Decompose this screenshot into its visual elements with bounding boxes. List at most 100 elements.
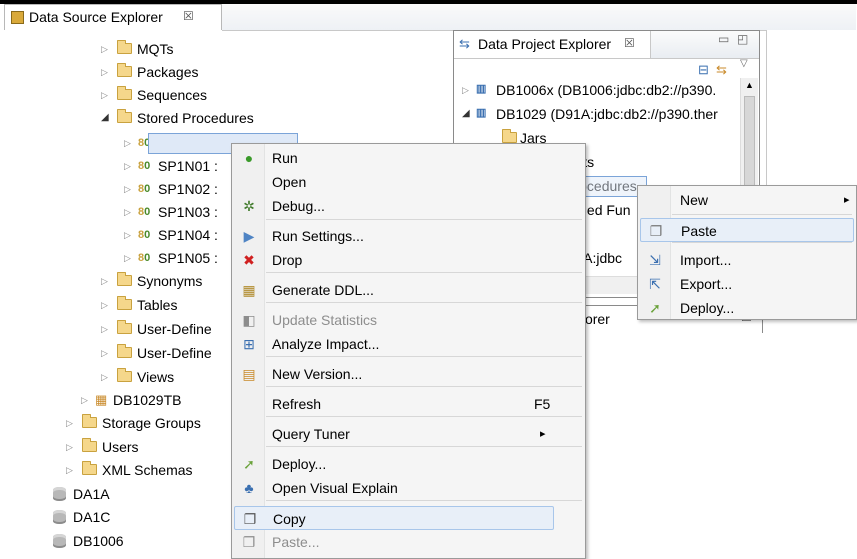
link-editor-icon[interactable]: ⇆	[716, 62, 727, 78]
tree-label: SP1N02 :	[158, 181, 218, 197]
project-context-menu: New ▸ ❐ Paste ⇲ Import... ⇱ Export... ➚ Deploy...	[637, 185, 857, 320]
menu-item-deploy[interactable]: ➚ Deploy...	[234, 452, 554, 476]
menu-item-copy[interactable]: ❐ Copy	[234, 506, 554, 530]
menu-item-open[interactable]: Open	[234, 170, 554, 194]
menu-separator	[266, 219, 582, 220]
collapsed-twisty-icon[interactable]: ▷	[101, 294, 108, 316]
collapsed-twisty-icon[interactable]: ▷	[124, 247, 131, 269]
deploy-icon: ➚	[649, 300, 661, 316]
database-icon	[53, 487, 66, 501]
collapsed-twisty-icon[interactable]: ▷	[101, 342, 108, 364]
collapsed-twisty-icon[interactable]: ▷	[66, 436, 73, 458]
collapsed-twisty-icon[interactable]: ▷	[101, 270, 108, 292]
tree-label: DA1C	[73, 509, 111, 525]
collapsed-twisty-icon[interactable]: ▷	[101, 318, 108, 340]
menu-item-run[interactable]: ● Run	[234, 146, 554, 170]
scroll-up-icon[interactable]: ▲	[745, 80, 754, 90]
menu-item-new[interactable]: New ▸	[640, 188, 854, 212]
visual-explain-icon: ♣	[244, 480, 254, 496]
tab-data-project-explorer[interactable]: ⇆ Data Project Explorer ☒	[454, 31, 651, 58]
stored-procedure-icon: 80	[138, 206, 151, 218]
menu-item-refresh[interactable]: Refresh F5	[234, 392, 554, 416]
menu-item-query-tuner[interactable]: Query Tuner ▸	[234, 422, 554, 446]
tree-label: DB1006	[73, 533, 124, 549]
folder-icon	[117, 63, 132, 77]
folder-icon	[117, 320, 132, 334]
tree-label: User-Define	[137, 345, 212, 361]
menu-separator	[266, 500, 582, 501]
dpe-tab-bar: ⇆ Data Project Explorer ☒ ▭ ◰	[454, 31, 759, 59]
stored-procedure-icon: 80	[138, 160, 151, 172]
paste-icon: ❐	[242, 534, 256, 550]
menu-item-label: Paste...	[272, 534, 320, 550]
collapsed-twisty-icon[interactable]: ▷	[101, 84, 108, 106]
menu-item-import[interactable]: ⇲ Import...	[640, 248, 854, 272]
stored-procedure-icon: 80	[138, 183, 151, 195]
collapse-all-icon[interactable]: ⊟	[698, 62, 709, 78]
menu-item-label: Open	[272, 174, 307, 190]
view-menu-icon[interactable]: ▽	[740, 58, 748, 69]
tree-label: SP1N01 :	[158, 158, 218, 174]
database-icon	[53, 534, 66, 548]
collapsed-twisty-icon[interactable]: ▷	[66, 412, 73, 434]
maximize-icon[interactable]: ◰	[737, 32, 748, 46]
close-icon[interactable]: ☒	[183, 9, 194, 23]
collapsed-twisty-icon[interactable]: ▷	[124, 224, 131, 246]
menu-item-paste[interactable]: ❐ Paste	[640, 218, 854, 242]
folder-icon	[82, 461, 97, 475]
folder-icon	[117, 272, 132, 286]
collapsed-twisty-icon[interactable]: ▷	[124, 178, 131, 200]
expanded-twisty-icon[interactable]: ◢	[462, 103, 470, 125]
close-icon[interactable]: ☒	[624, 36, 635, 50]
collapsed-twisty-icon[interactable]: ▷	[462, 79, 469, 101]
folder-icon	[117, 344, 132, 358]
collapsed-twisty-icon[interactable]: ▷	[66, 459, 73, 481]
stored-procedure-icon: 80	[138, 252, 151, 264]
menu-item-label: Update Statistics	[272, 312, 378, 328]
menu-separator	[266, 302, 582, 303]
collapsed-twisty-icon[interactable]: ▷	[101, 366, 108, 388]
tree-label: SP1N03 :	[158, 204, 218, 220]
collapsed-twisty-icon[interactable]: ▷	[124, 201, 131, 223]
menu-item-label: Export...	[680, 276, 733, 292]
tab-strip	[222, 4, 856, 31]
expanded-twisty-icon[interactable]: ◢	[101, 107, 109, 129]
submenu-arrow-icon: ▸	[540, 428, 546, 440]
menu-item-new-version[interactable]: ▤ New Version...	[234, 362, 554, 386]
tree-label: Views	[137, 369, 175, 385]
menu-item-run-settings[interactable]: ▶ Run Settings...	[234, 224, 554, 248]
menu-item-generate-ddl[interactable]: ▦ Generate DDL...	[234, 278, 554, 302]
menu-item-analyze-impact[interactable]: ⊞ Analyze Impact...	[234, 332, 554, 356]
menu-item-open-visual-explain[interactable]: ♣ Open Visual Explain	[234, 476, 554, 500]
import-icon: ⇲	[649, 252, 661, 268]
tab-data-source-explorer[interactable]: Data Source Explorer ☒	[4, 4, 222, 30]
menu-separator	[266, 446, 582, 447]
menu-item-update-statistics[interactable]: ◧ Update Statistics	[234, 308, 554, 332]
tree-label: Users	[102, 439, 139, 455]
menu-separator	[672, 214, 852, 215]
collapsed-twisty-icon[interactable]: ▷	[124, 132, 131, 154]
menu-item-debug[interactable]: ✲ Debug...	[234, 194, 554, 218]
menu-item-drop[interactable]: ✖ Drop	[234, 248, 554, 272]
tree-label: DB1029TB	[113, 392, 182, 408]
menu-item-paste[interactable]: ❐ Paste...	[234, 530, 554, 554]
menu-item-label: Debug...	[272, 198, 325, 214]
collapsed-twisty-icon[interactable]: ▷	[101, 38, 108, 60]
menu-item-label: Deploy...	[272, 456, 327, 472]
minimize-icon[interactable]: ▭	[718, 32, 729, 46]
folder-icon	[117, 86, 132, 100]
collapsed-twisty-icon[interactable]: ▷	[81, 389, 88, 411]
tab-title: Data Project Explorer	[478, 36, 612, 52]
debug-icon: ✲	[243, 198, 255, 214]
folder-icon	[82, 414, 97, 428]
collapsed-twisty-icon[interactable]: ▷	[101, 61, 108, 83]
collapsed-twisty-icon[interactable]: ▷	[124, 155, 131, 177]
menu-item-deploy[interactable]: ➚ Deploy...	[640, 296, 854, 320]
folder-icon	[82, 438, 97, 452]
paste-icon: ❐	[649, 223, 663, 239]
menu-item-label: Generate DDL...	[272, 282, 374, 298]
tree-label: SP1N04 :	[158, 227, 218, 243]
new-version-icon: ▤	[242, 366, 256, 382]
tree-label: Stored Procedures	[137, 110, 254, 126]
menu-item-export[interactable]: ⇱ Export...	[640, 272, 854, 296]
